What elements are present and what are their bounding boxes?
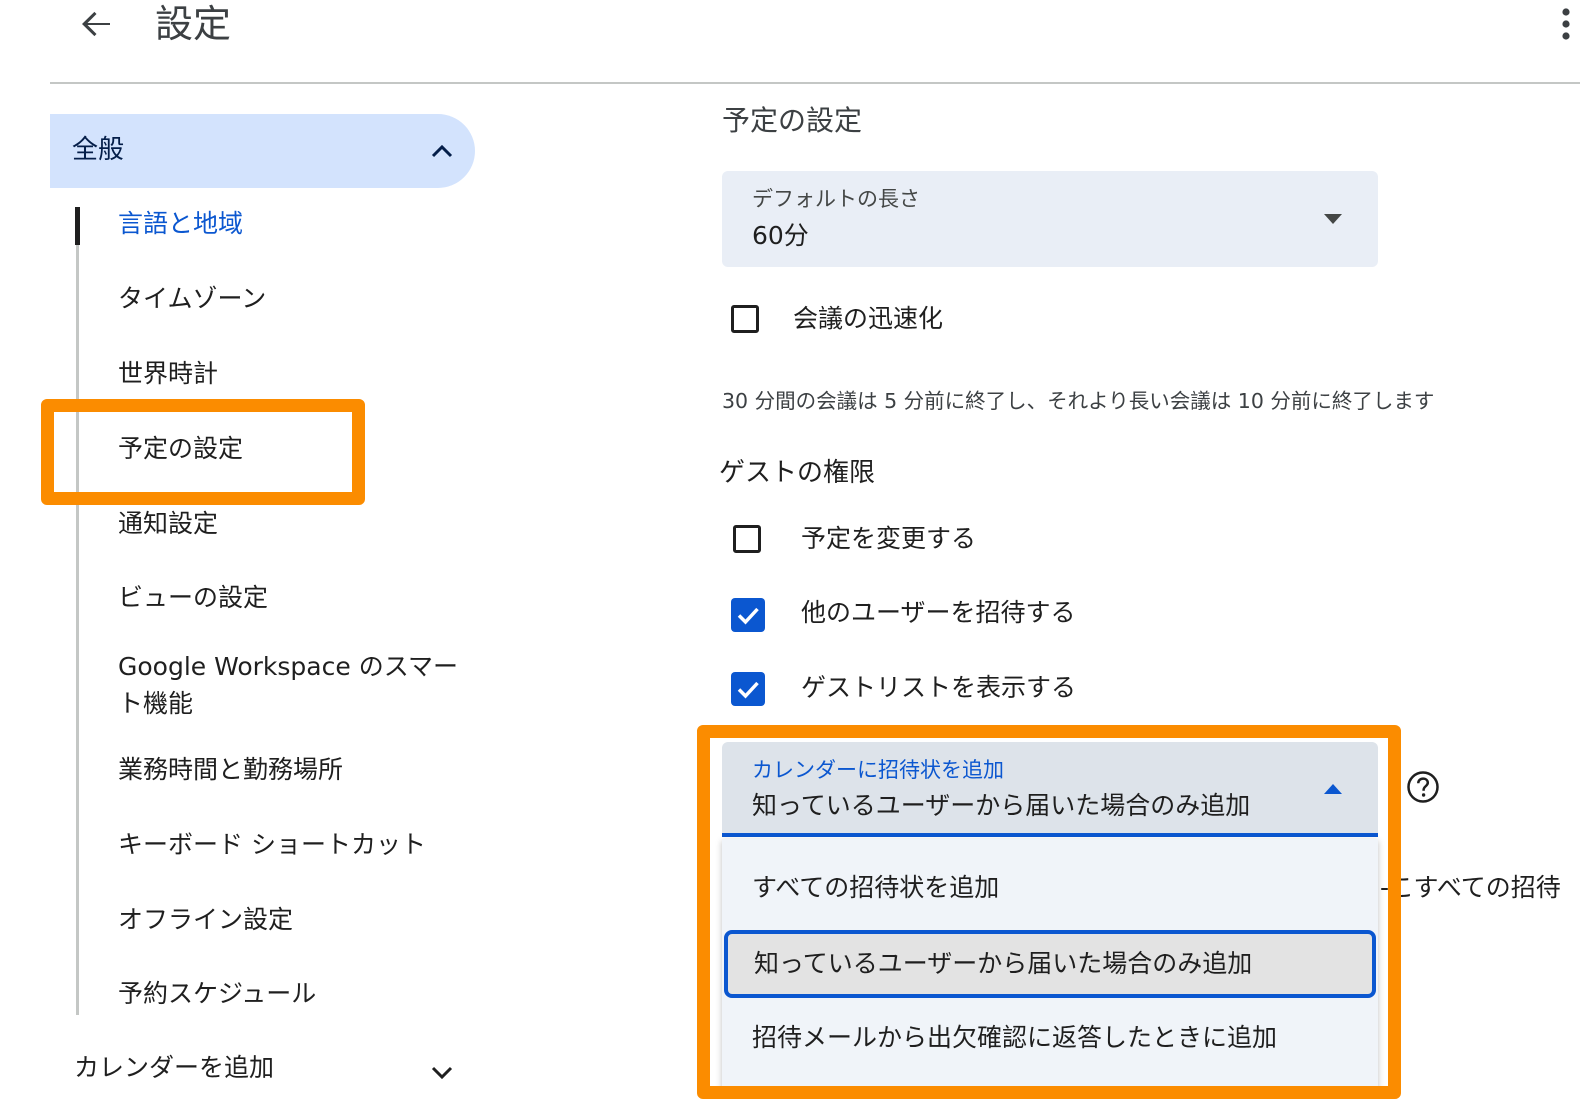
- guest-permissions-title: ゲストの権限: [719, 458, 876, 488]
- page-title: 設定: [155, 2, 232, 46]
- see-guest-list-label: ゲストリストを表示する: [801, 673, 1077, 702]
- dropdown-arrow-up-icon: [1324, 784, 1342, 794]
- menu-option-after-rsvp[interactable]: 招待メールから出欠確認に返答したときに追加: [722, 1004, 1378, 1072]
- header-divider: [50, 82, 1580, 84]
- arrow-back-icon[interactable]: [76, 4, 116, 44]
- sidebar-item-event-settings[interactable]: 予定の設定: [118, 431, 243, 467]
- chevron-up-icon: [431, 144, 453, 158]
- invite-others-label: 他のユーザーを招待する: [801, 598, 1076, 627]
- menu-option-label: すべての招待状を追加: [752, 873, 1000, 902]
- speedy-meetings-hint: 30 分間の会議は 5 分前に終了し、それより長い会議は 10 分前に終了します: [722, 389, 1435, 413]
- sidebar-rail: [76, 207, 79, 1015]
- more-vert-icon[interactable]: [1556, 4, 1576, 44]
- settings-page: 設定 全般 言語と地域 タイムゾーン 世界時計 予定の設定 通知設定 ビューの設…: [0, 0, 1580, 1114]
- sidebar-item-general[interactable]: 全般: [50, 114, 475, 188]
- add-invitations-value: 知っているユーザーから届いた場合のみ追加: [752, 791, 1251, 820]
- modify-event-label: 予定を変更する: [801, 524, 977, 553]
- sidebar-item-view-settings[interactable]: ビューの設定: [118, 580, 268, 616]
- sidebar-item-workspace-smart-features[interactable]: Google Workspace のスマート機能: [118, 648, 468, 722]
- sidebar-item-keyboard-shortcuts[interactable]: キーボード ショートカット: [118, 827, 426, 863]
- chevron-down-icon[interactable]: [428, 1058, 456, 1086]
- check-icon: [737, 681, 759, 699]
- modify-event-checkbox[interactable]: [733, 525, 761, 553]
- sidebar-item-world-clock[interactable]: 世界時計: [118, 356, 218, 392]
- default-duration-label: デフォルトの長さ: [752, 187, 920, 211]
- add-invitations-label: カレンダーに招待状を追加: [752, 758, 1004, 782]
- add-invitations-select[interactable]: カレンダーに招待状を追加 知っているユーザーから届いた場合のみ追加: [722, 742, 1378, 837]
- sidebar-item-offline-settings[interactable]: オフライン設定: [118, 902, 293, 938]
- default-duration-select[interactable]: デフォルトの長さ 60分: [722, 171, 1378, 267]
- menu-option-known-senders[interactable]: 知っているユーザーから届いた場合のみ追加: [724, 930, 1376, 998]
- sidebar-item-timezone[interactable]: タイムゾーン: [118, 281, 266, 317]
- add-invitations-menu: すべての招待状を追加 知っているユーザーから届いた場合のみ追加 招待メールから出…: [722, 839, 1378, 1089]
- invite-others-checkbox[interactable]: [731, 598, 765, 632]
- speedy-meetings-label: 会議の迅速化: [793, 304, 944, 333]
- speedy-meetings-checkbox[interactable]: [731, 305, 759, 333]
- sidebar-rail-active-indicator: [75, 207, 80, 245]
- see-guest-list-checkbox[interactable]: [731, 672, 765, 706]
- sidebar-item-working-hours[interactable]: 業務時間と勤務場所: [118, 752, 343, 788]
- sidebar-item-language-region[interactable]: 言語と地域: [118, 206, 243, 242]
- default-duration-value: 60分: [752, 221, 809, 250]
- sidebar-item-add-calendar[interactable]: カレンダーを追加: [74, 1050, 274, 1086]
- dropdown-arrow-icon: [1324, 214, 1342, 224]
- active-underline: [722, 833, 1378, 837]
- sidebar-item-appointment-schedules[interactable]: 予約スケジュール: [118, 976, 316, 1012]
- menu-option-label: 知っているユーザーから届いた場合のみ追加: [754, 949, 1253, 978]
- obscured-description-text: -こすべての招待: [1380, 873, 1561, 902]
- sidebar-item-label: 全般: [72, 135, 125, 165]
- help-icon[interactable]: [1406, 770, 1440, 804]
- menu-option-add-all[interactable]: すべての招待状を追加: [722, 854, 1378, 922]
- menu-option-label: 招待メールから出欠確認に返答したときに追加: [752, 1023, 1278, 1052]
- sidebar-item-notification-settings[interactable]: 通知設定: [118, 506, 218, 542]
- check-icon: [737, 607, 759, 625]
- section-title: 予定の設定: [722, 104, 863, 137]
